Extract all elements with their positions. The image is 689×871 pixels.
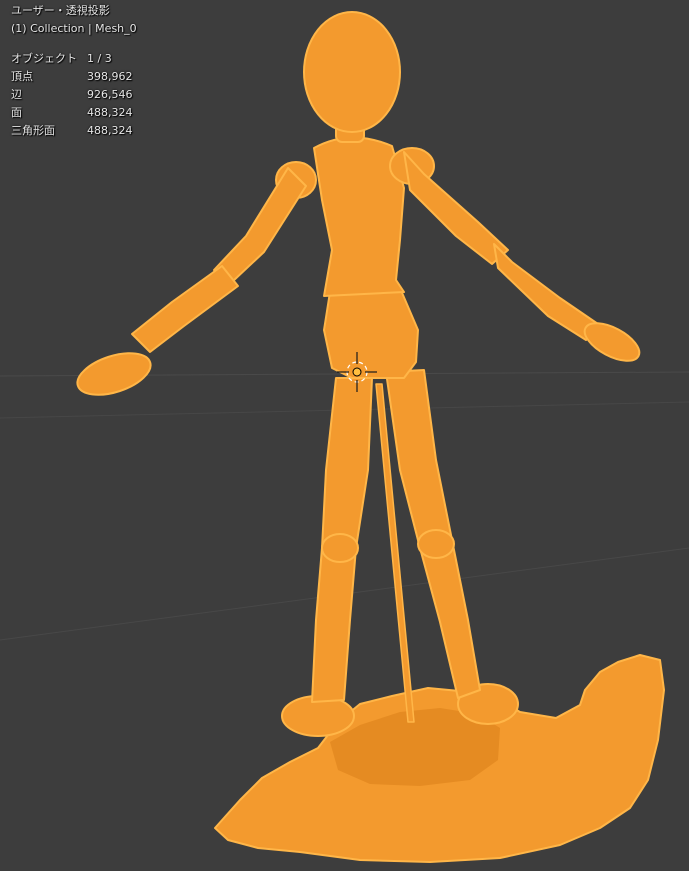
stat-value: 398,962 (87, 70, 133, 83)
stat-row-faces: 面 488,324 (11, 104, 133, 122)
stat-value: 488,324 (87, 106, 133, 119)
mesh-right-forearm (493, 243, 599, 341)
mesh-left-forearm (131, 265, 239, 353)
mesh-left-hand (76, 352, 152, 396)
stat-row-objects: オブジェクト 1 / 3 (11, 50, 133, 68)
stat-row-edges: 辺 926,546 (11, 86, 133, 104)
stat-label: 辺 (11, 88, 22, 101)
mesh-mannequin[interactable] (72, 11, 665, 863)
view-label: ユーザー・透視投影 (11, 4, 110, 17)
stat-row-vertices: 頂点 398,962 (11, 68, 133, 86)
stat-label: 面 (11, 106, 22, 119)
mesh-right-upper-arm (403, 151, 509, 265)
stat-label: 三角形面 (11, 124, 55, 137)
stat-value: 488,324 (87, 124, 133, 137)
stat-value: 926,546 (87, 88, 133, 101)
origin-marker-icon[interactable] (352, 367, 362, 377)
mesh-right-knee (417, 529, 455, 559)
collection-label: (1) Collection | Mesh_0 (11, 22, 137, 35)
mesh-pelvis (323, 287, 419, 379)
mesh-left-upper-arm (213, 167, 307, 283)
stat-row-triangles: 三角形面 488,324 (11, 122, 133, 140)
mesh-head (303, 11, 401, 133)
stat-value: 1 / 3 (87, 52, 112, 65)
scene-statistics: オブジェクト 1 / 3 頂点 398,962 辺 926,546 面 488,… (11, 50, 133, 140)
stat-label: オブジェクト (11, 52, 77, 65)
stat-label: 頂点 (11, 70, 33, 83)
3d-viewport[interactable]: ユーザー・透視投影 (1) Collection | Mesh_0 オブジェクト… (0, 0, 689, 871)
mesh-left-knee (321, 533, 359, 563)
